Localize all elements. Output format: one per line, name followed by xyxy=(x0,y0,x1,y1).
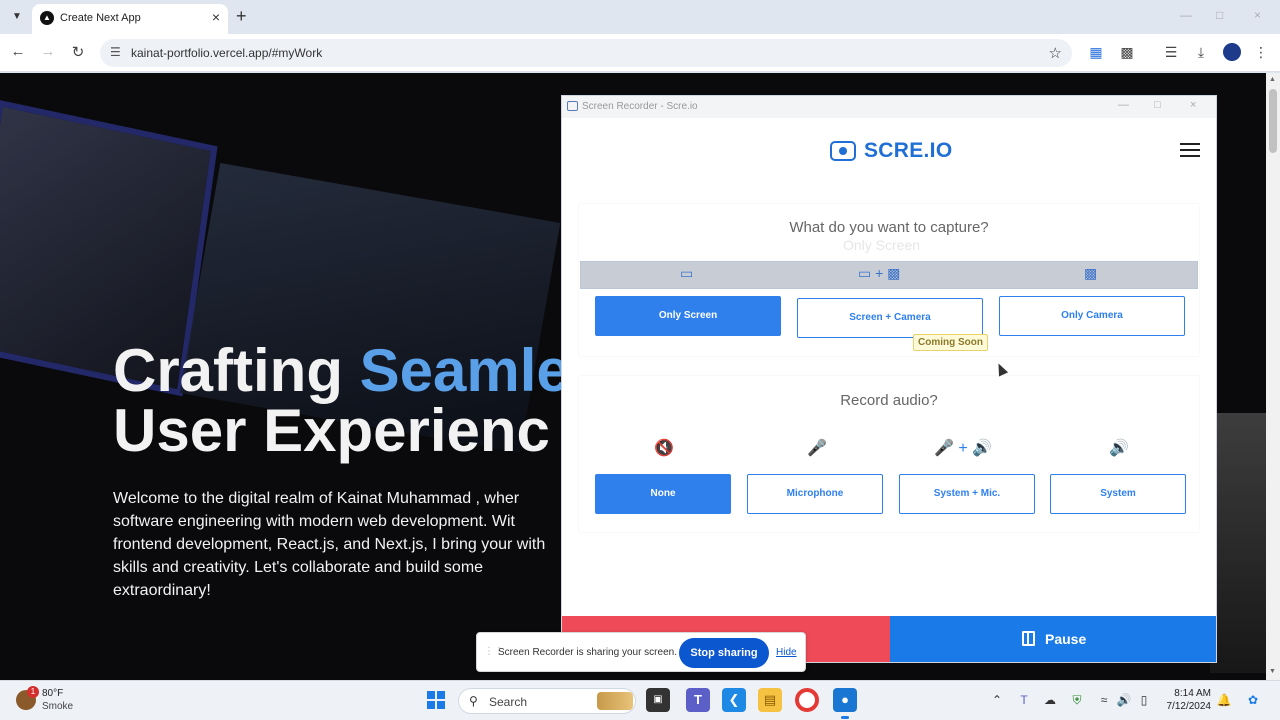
clock-date: 7/12/2024 xyxy=(1166,701,1212,712)
camera-icon: ▩ xyxy=(1084,265,1098,281)
taskbar-search-label: Search xyxy=(489,695,528,709)
browser-toolbar: ← → ↻ ☰ kainat-portfolio.vercel.app/#myW… xyxy=(0,34,1280,72)
only-camera-button[interactable]: Only Camera xyxy=(999,296,1185,336)
audio-system-mic-button[interactable]: System + Mic. xyxy=(899,474,1035,514)
maximize-window-icon[interactable]: □ xyxy=(1154,99,1161,111)
camera-logo-icon xyxy=(830,141,856,161)
downloads-icon[interactable]: ⤓ xyxy=(1192,44,1210,61)
wifi-icon[interactable]: ≈ xyxy=(1096,693,1112,707)
new-tab-icon[interactable]: + xyxy=(236,6,247,27)
audio-system-button[interactable]: System xyxy=(1050,474,1186,514)
scroll-down-icon[interactable]: ▼ xyxy=(1269,668,1276,675)
recorder-app-icon xyxy=(567,101,578,111)
capture-section: What do you want to capture? Only Screen… xyxy=(579,204,1199,356)
recorder-titlebar: Screen Recorder - Scre.io — □ × xyxy=(562,96,1216,118)
cloud-sync-icon[interactable]: ☁ xyxy=(1042,693,1058,707)
minimize-window-icon[interactable]: — xyxy=(1118,99,1129,111)
audio-question: Record audio? xyxy=(840,392,938,409)
pause-icon xyxy=(1022,631,1035,646)
browser-tab[interactable]: ▲ Create Next App × xyxy=(32,4,228,34)
notification-badge: 1 xyxy=(27,686,39,698)
vscode-app-icon[interactable]: ❮ xyxy=(722,688,746,712)
audio-microphone-button[interactable]: Microphone xyxy=(747,474,883,514)
chrome-app-icon[interactable] xyxy=(795,688,819,712)
audio-none-button[interactable]: None xyxy=(595,474,731,514)
screen-camera-button[interactable]: Screen + Camera xyxy=(797,298,983,338)
monitor-icon: ▭ xyxy=(680,265,694,281)
stop-sharing-button[interactable]: Stop sharing xyxy=(679,638,769,668)
browser-menu-icon[interactable]: ⋮ xyxy=(1252,44,1270,61)
temperature: 80°F xyxy=(42,688,64,699)
media-controls-icon[interactable]: ☰ xyxy=(1162,44,1180,61)
url-text: kainat-portfolio.vercel.app/#myWork xyxy=(131,46,323,60)
capture-icon-bar: ▭ ▭ + ▩ ▩ xyxy=(580,261,1198,289)
profile-avatar[interactable] xyxy=(1223,43,1241,61)
screen-sharing-bar: ⋮⋮ Screen Recorder is sharing your scree… xyxy=(476,632,806,672)
page-scrollbar[interactable]: ▲ ▼ xyxy=(1266,73,1280,680)
scrollbar-thumb[interactable] xyxy=(1269,89,1277,153)
close-window-icon[interactable]: × xyxy=(1190,99,1196,111)
recorder-app-taskbar-icon[interactable]: ● xyxy=(833,688,857,719)
screen-recorder-window: Screen Recorder - Scre.io — □ × SCRE.IO … xyxy=(561,95,1217,663)
taskbar-search-box[interactable]: ⚲ Search xyxy=(458,688,636,714)
show-hidden-icons-chevron-icon[interactable]: ⌃ xyxy=(989,693,1005,707)
pause-button[interactable]: Pause xyxy=(890,616,1216,662)
address-bar[interactable]: ☰ kainat-portfolio.vercel.app/#myWork ☆ xyxy=(100,39,1072,67)
volume-icon[interactable]: 🔊 xyxy=(1116,693,1132,707)
capture-question: What do you want to capture? xyxy=(789,219,989,236)
logo-text: SCRE.IO xyxy=(864,139,953,162)
windows-taskbar: 1 80°F Smoke ⚲ Search ▣ T ❮ ▤ ● ⌃ T ☁ ⛨ … xyxy=(0,680,1280,720)
capture-ghost-label: Only Screen xyxy=(843,237,921,253)
hamburger-menu-icon[interactable] xyxy=(1180,140,1202,160)
minimize-window-icon[interactable]: — xyxy=(1180,8,1192,22)
mute-speaker-icon: 🔇 xyxy=(654,440,674,457)
close-window-icon[interactable]: × xyxy=(1254,8,1261,22)
bookmark-star-icon[interactable]: ☆ xyxy=(1049,44,1062,62)
coming-soon-tooltip: Coming Soon xyxy=(913,334,988,351)
maximize-window-icon[interactable]: □ xyxy=(1216,8,1223,22)
pause-label: Pause xyxy=(1045,631,1087,647)
search-icon: ⚲ xyxy=(469,694,478,708)
battery-icon[interactable]: ▯ xyxy=(1136,693,1152,707)
extensions-puzzle-icon[interactable]: ▩ xyxy=(1118,44,1136,61)
reload-icon[interactable]: ↻ xyxy=(68,43,88,61)
clock-time: 8:14 AM xyxy=(1174,688,1211,699)
weather-condition: Smoke xyxy=(42,701,74,712)
close-tab-icon[interactable]: × xyxy=(212,9,220,25)
recorder-window-title: Screen Recorder - Scre.io xyxy=(582,101,698,112)
nextjs-favicon-icon: ▲ xyxy=(40,11,54,25)
hero-headline: Crafting Seamle User Experienc xyxy=(113,341,570,461)
teams-app-icon[interactable]: T xyxy=(686,688,710,712)
system-clock[interactable]: 8:14 AM 7/12/2024 xyxy=(1163,687,1212,713)
security-shield-icon[interactable]: ⛨ xyxy=(1069,693,1085,708)
notifications-bell-icon[interactable]: 🔔 xyxy=(1216,693,1232,707)
audio-section: Record audio? 🔇 🎤 🎤 + 🔊 🔊 None Microphon… xyxy=(579,376,1199,532)
speaker-icon: 🔊 xyxy=(1109,440,1129,457)
project-mockup-image xyxy=(1210,413,1266,673)
site-info-icon[interactable]: ☰ xyxy=(110,45,121,59)
windows-start-icon[interactable] xyxy=(427,691,445,709)
forward-arrow-icon[interactable]: → xyxy=(38,43,58,60)
translate-extension-icon[interactable]: ▦ xyxy=(1087,44,1105,61)
microphone-icon: 🎤 xyxy=(807,440,827,457)
hero-intro-text: Welcome to the digital realm of Kainat M… xyxy=(113,490,546,599)
back-arrow-icon[interactable]: ← xyxy=(8,43,28,60)
microphone-plus-speaker-icon: 🎤 + 🔊 xyxy=(934,440,993,457)
headline-text: Crafting xyxy=(113,337,360,404)
tab-title: Create Next App xyxy=(60,12,141,24)
browser-tab-strip: ▼ ▲ Create Next App × + — □ × xyxy=(0,0,1280,34)
terminal-app-icon[interactable]: ▣ xyxy=(646,688,670,712)
headline-text-line2: User Experienc xyxy=(113,397,550,464)
file-explorer-icon[interactable]: ▤ xyxy=(758,688,782,712)
search-highlight-image xyxy=(597,692,633,710)
teams-tray-icon[interactable]: T xyxy=(1016,693,1032,707)
monitor-plus-camera-icon: ▭ + ▩ xyxy=(858,265,901,281)
scroll-up-icon[interactable]: ▲ xyxy=(1269,76,1276,83)
copilot-icon[interactable]: ✿ xyxy=(1245,693,1261,707)
headline-accent: Seamle xyxy=(359,337,570,404)
tab-search-chevron-icon[interactable]: ▼ xyxy=(6,7,28,27)
hide-sharing-bar-link[interactable]: Hide xyxy=(776,647,797,658)
only-screen-button[interactable]: Only Screen xyxy=(595,296,781,336)
sharing-message: Screen Recorder is sharing your screen. xyxy=(498,647,677,658)
